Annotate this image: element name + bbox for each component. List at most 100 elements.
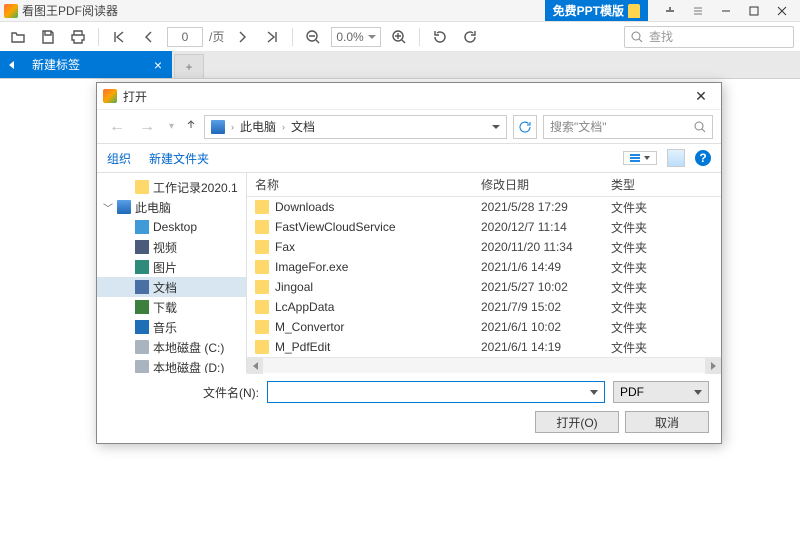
- sidebar-item[interactable]: 本地磁盘 (C:): [97, 337, 246, 357]
- file-type: 文件夹: [611, 299, 721, 316]
- rotate-right-button[interactable]: [458, 25, 482, 49]
- sidebar-item[interactable]: Desktop: [97, 217, 246, 237]
- sidebar-item-label: 视频: [153, 239, 177, 256]
- view-mode-button[interactable]: [623, 151, 657, 165]
- zoom-in-button[interactable]: [387, 25, 411, 49]
- desktop-icon: [135, 220, 149, 234]
- file-row[interactable]: LcAppData2021/7/9 15:02文件夹: [247, 297, 721, 317]
- new-folder-button[interactable]: 新建文件夹: [149, 150, 209, 167]
- file-name: M_PdfEdit: [275, 340, 481, 354]
- sidebar-item[interactable]: 音乐: [97, 317, 246, 337]
- expander-icon: ﹀: [103, 200, 113, 215]
- sidebar-item[interactable]: 本地磁盘 (D:): [97, 357, 246, 373]
- tab-menu-button[interactable]: [0, 51, 22, 78]
- last-page-button[interactable]: [260, 25, 284, 49]
- save-button[interactable]: [36, 25, 60, 49]
- folder-icon: [135, 180, 149, 194]
- folder-icon: [255, 280, 269, 294]
- tab-bar: 新建标签 × +: [0, 52, 800, 79]
- column-date[interactable]: 修改日期: [481, 176, 611, 193]
- rotate-left-button[interactable]: [428, 25, 452, 49]
- scroll-left-button[interactable]: [247, 358, 263, 374]
- sidebar-item-label: 下载: [153, 299, 177, 316]
- filename-input[interactable]: [267, 381, 605, 403]
- first-page-button[interactable]: [107, 25, 131, 49]
- sidebar-item[interactable]: ﹀此电脑: [97, 197, 246, 217]
- page-input[interactable]: 0: [167, 27, 203, 47]
- scroll-right-button[interactable]: [705, 358, 721, 374]
- prev-page-button[interactable]: [137, 25, 161, 49]
- file-row[interactable]: ImageFor.exe2021/1/6 14:49文件夹: [247, 257, 721, 277]
- sidebar-item[interactable]: 图片: [97, 257, 246, 277]
- file-name: M_Convertor: [275, 320, 481, 334]
- open-button[interactable]: 打开(O): [535, 411, 619, 433]
- next-page-button[interactable]: [230, 25, 254, 49]
- column-name[interactable]: 名称: [255, 176, 481, 193]
- preview-toggle-button[interactable]: [667, 149, 685, 167]
- video-icon: [135, 240, 149, 254]
- promo-banner[interactable]: 免费PPT模版: [545, 0, 648, 21]
- file-name: Fax: [275, 240, 481, 254]
- nav-back-button[interactable]: ←: [105, 118, 129, 136]
- app-titlebar: 看图王PDF阅读器 免费PPT模版: [0, 0, 800, 22]
- file-type: 文件夹: [611, 239, 721, 256]
- column-type[interactable]: 类型: [611, 176, 721, 193]
- tab-close-icon[interactable]: ×: [154, 58, 162, 72]
- disk-icon: [135, 340, 149, 354]
- nav-history-button[interactable]: ▾: [165, 121, 178, 132]
- disk-icon: [135, 360, 149, 373]
- path-breadcrumb[interactable]: › 此电脑 › 文档: [204, 115, 507, 139]
- print-button[interactable]: [66, 25, 90, 49]
- menu-icon[interactable]: [684, 1, 712, 21]
- open-file-button[interactable]: [6, 25, 30, 49]
- sidebar-item[interactable]: 视频: [97, 237, 246, 257]
- settings-icon[interactable]: [656, 1, 684, 21]
- refresh-button[interactable]: [513, 115, 537, 139]
- organize-button[interactable]: 组织: [107, 150, 131, 167]
- file-row[interactable]: Fax2020/11/20 11:34文件夹: [247, 237, 721, 257]
- folder-icon: [255, 300, 269, 314]
- file-date: 2021/6/1 10:02: [481, 320, 611, 334]
- filetype-select[interactable]: PDF: [613, 381, 709, 403]
- main-toolbar: 0 /页 0.0% 查找: [0, 22, 800, 52]
- dialog-search-input[interactable]: 搜索"文档": [543, 115, 713, 139]
- dialog-title: 打开: [123, 88, 147, 105]
- close-button[interactable]: [768, 1, 796, 21]
- zoom-out-button[interactable]: [301, 25, 325, 49]
- sidebar-item[interactable]: 下载: [97, 297, 246, 317]
- file-date: 2020/12/7 11:14: [481, 220, 611, 234]
- file-name: FastViewCloudService: [275, 220, 481, 234]
- dialog-toolbar: 组织 新建文件夹 ?: [97, 143, 721, 173]
- nav-forward-button[interactable]: →: [135, 118, 159, 136]
- music-icon: [135, 320, 149, 334]
- minimize-button[interactable]: [712, 1, 740, 21]
- sidebar-item[interactable]: 工作记录2020.1: [97, 177, 246, 197]
- horizontal-scrollbar[interactable]: [247, 357, 721, 373]
- file-row[interactable]: Downloads2021/5/28 17:29文件夹: [247, 197, 721, 217]
- file-row[interactable]: Jingoal2021/5/27 10:02文件夹: [247, 277, 721, 297]
- list-icon: [630, 154, 640, 162]
- file-date: 2021/5/28 17:29: [481, 200, 611, 214]
- file-row[interactable]: FastViewCloudService2020/12/7 11:14文件夹: [247, 217, 721, 237]
- file-row[interactable]: M_Convertor2021/6/1 10:02文件夹: [247, 317, 721, 337]
- maximize-button[interactable]: [740, 1, 768, 21]
- zoom-select[interactable]: 0.0%: [331, 27, 380, 47]
- dialog-close-button[interactable]: ✕: [687, 88, 715, 105]
- search-input[interactable]: 查找: [624, 26, 794, 48]
- thumb-up-icon: [628, 4, 640, 18]
- tab-add-button[interactable]: +: [174, 54, 204, 78]
- file-type: 文件夹: [611, 199, 721, 216]
- file-row[interactable]: M_PdfEdit2021/6/1 14:19文件夹: [247, 337, 721, 357]
- file-name: Downloads: [275, 200, 481, 214]
- dialog-logo-icon: [103, 89, 117, 103]
- tab-active[interactable]: 新建标签 ×: [22, 51, 172, 78]
- folder-icon: [255, 260, 269, 274]
- file-name: Jingoal: [275, 280, 481, 294]
- cancel-button[interactable]: 取消: [625, 411, 709, 433]
- promo-text: 免费PPT模版: [553, 2, 624, 19]
- file-date: 2021/1/6 14:49: [481, 260, 611, 274]
- nav-up-button[interactable]: [184, 118, 198, 135]
- help-button[interactable]: ?: [695, 150, 711, 166]
- doc-icon: [135, 280, 149, 294]
- sidebar-item[interactable]: 文档: [97, 277, 246, 297]
